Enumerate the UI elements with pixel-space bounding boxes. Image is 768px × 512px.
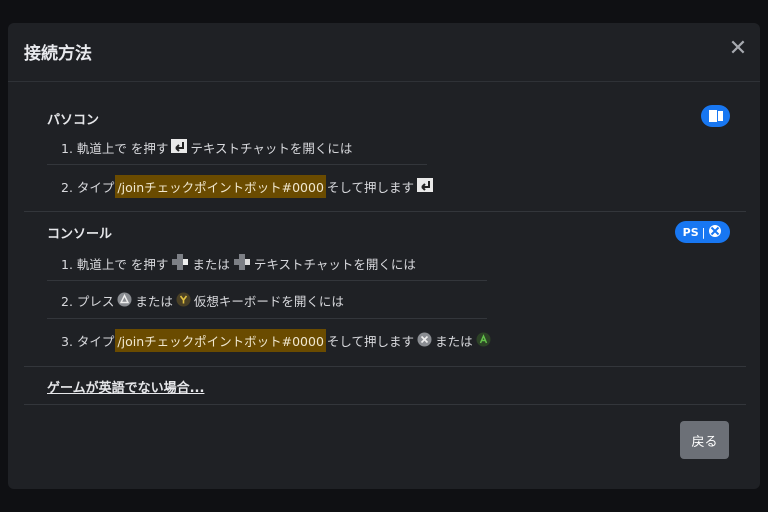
- back-button[interactable]: 戻る: [680, 421, 729, 459]
- xbox-icon: [708, 223, 722, 242]
- pc-step-1: 1. 軌道上で を押す テキストチャットを開くには: [61, 138, 352, 157]
- back-button-label: 戻る: [691, 434, 718, 450]
- console-step-2-prefix: 2. プレス: [61, 294, 115, 309]
- close-icon[interactable]: ✕: [728, 38, 748, 60]
- console-step-1: 1. 軌道上で を押す または テキストチャットを開くには: [61, 253, 416, 274]
- ps-triangle-icon: [117, 292, 132, 310]
- console-section-heading: コンソール: [47, 227, 113, 242]
- console-step-1-suffix: テキストチャットを開くには: [253, 257, 416, 272]
- non-english-game-link[interactable]: ゲームが英語でない場合...: [47, 377, 204, 396]
- console-step-2: 2. プレス または 仮想キーボードを開くには: [61, 291, 344, 310]
- badge-separator: |: [701, 225, 706, 239]
- enter-key-icon: [171, 139, 188, 156]
- xbox-a-icon: [476, 332, 491, 350]
- pc-step-2: 2. タイプ /joinチェックポイントボット#0000 そして押します: [61, 175, 436, 198]
- windows-icon: [701, 105, 730, 127]
- console-step-3-suffix: そして押します: [326, 334, 415, 349]
- join-command-code: /joinチェックポイントボット#0000: [115, 175, 326, 198]
- dialog-header: 接続方法 ✕: [8, 23, 760, 82]
- console-step-3-mid: または: [435, 334, 473, 349]
- join-command-code: /joinチェックポイントボット#0000: [115, 329, 326, 352]
- section-divider: [24, 211, 746, 212]
- console-step-2-suffix: 仮想キーボードを開くには: [193, 294, 344, 309]
- xbox-y-icon: [176, 292, 191, 310]
- console-step-3: 3. タイプ /joinチェックポイントボット#0000 そして押します または: [61, 329, 494, 352]
- dialog-title: 接続方法: [24, 44, 92, 64]
- playstation-icon: PS: [682, 225, 699, 239]
- pc-section-heading: パソコン: [47, 113, 100, 128]
- section-divider: [24, 366, 746, 367]
- console-step-divider: [47, 318, 487, 319]
- pc-step-1-prefix: 1. 軌道上で を押す: [61, 141, 169, 156]
- pc-step-2-prefix: 2. タイプ: [61, 180, 115, 195]
- dpad-right-icon: [171, 253, 189, 274]
- pc-step-2-suffix: そして押します: [326, 180, 415, 195]
- console-step-2-mid: または: [135, 294, 173, 309]
- console-step-1-mid: または: [192, 257, 230, 272]
- pc-step-1-suffix: テキストチャットを開くには: [190, 141, 353, 156]
- pc-step-divider: [47, 164, 427, 165]
- ps-cross-icon: [417, 332, 432, 350]
- console-step-1-prefix: 1. 軌道上で を押す: [61, 257, 169, 272]
- console-platform-badge: PS |: [675, 221, 730, 243]
- enter-key-icon: [417, 178, 434, 195]
- connection-dialog: 接続方法 ✕ パソコン 1. 軌道上で を押す テキストチャットを開くには 2.…: [8, 23, 760, 489]
- dpad-icon: [233, 253, 251, 274]
- console-step-divider: [47, 280, 487, 281]
- console-step-3-prefix: 3. タイプ: [61, 334, 115, 349]
- footer-divider: [24, 404, 746, 405]
